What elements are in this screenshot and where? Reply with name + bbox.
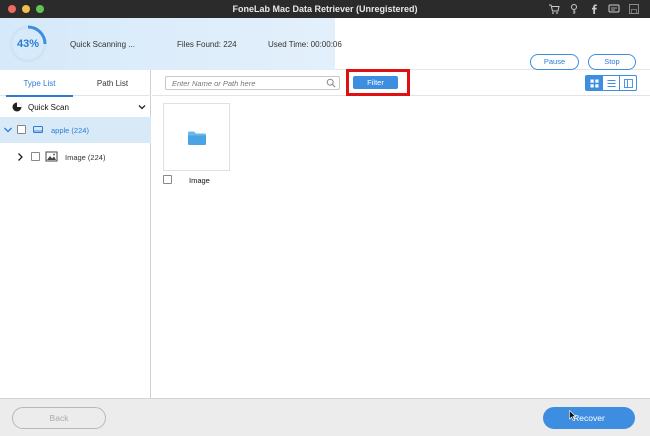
image-icon: [45, 151, 58, 162]
mouse-cursor-icon: [569, 410, 577, 421]
tab-type-list[interactable]: Type List: [2, 70, 77, 97]
tab-type-list-label: Type List: [23, 79, 56, 88]
apple-checkbox[interactable]: [17, 125, 26, 134]
detail-view-button[interactable]: [620, 76, 636, 90]
title-bar: FoneLab Mac Data Retriever (Unregistered…: [0, 0, 650, 18]
facebook-icon[interactable]: [588, 3, 600, 15]
scan-progress-header: 43% Quick Scanning ... Files Found: 224 …: [0, 18, 650, 70]
drive-icon: [33, 126, 43, 133]
sidebar-tabs: Type List Path List: [0, 70, 151, 97]
detail-view-icon: [623, 78, 633, 88]
image-category-label: Image (224): [65, 153, 106, 162]
folder-icon: [188, 131, 206, 145]
grid-view-button[interactable]: [586, 76, 603, 90]
list-view-button[interactable]: [603, 76, 620, 90]
used-time: Used Time: 00:00:06: [268, 40, 342, 49]
image-checkbox[interactable]: [31, 152, 40, 161]
view-mode-switcher: [585, 75, 637, 91]
file-browser: Filter: [152, 69, 650, 398]
stop-button[interactable]: Stop: [588, 54, 636, 70]
pause-button[interactable]: Pause: [530, 54, 579, 70]
filter-button[interactable]: Filter: [353, 76, 398, 89]
quick-scan-section[interactable]: Quick Scan: [0, 97, 151, 117]
search-icon[interactable]: [326, 78, 336, 88]
file-tile-image[interactable]: [163, 103, 230, 171]
file-tile-checkbox[interactable]: [163, 175, 172, 184]
file-tile-label: Image: [189, 176, 210, 185]
chevron-right-icon[interactable]: [15, 152, 25, 162]
scan-status: Quick Scanning ...: [70, 40, 135, 49]
tab-path-list[interactable]: Path List: [75, 70, 150, 96]
quick-scan-icon: [12, 102, 22, 112]
cart-icon[interactable]: [548, 3, 560, 15]
quick-scan-label: Quick Scan: [28, 103, 69, 112]
search-input[interactable]: [165, 76, 340, 90]
file-toolbar: Filter: [152, 69, 650, 96]
title-bar-icons: [548, 3, 640, 15]
files-found-count: Files Found: 224: [177, 40, 237, 49]
sidebar: Type List Path List Quick Scan apple (22…: [0, 70, 151, 398]
chevron-down-icon[interactable]: [137, 102, 147, 112]
grid-icon: [590, 79, 598, 87]
tree-item-image[interactable]: Image (224): [0, 147, 151, 167]
footer-bar: Back Recover: [0, 398, 650, 436]
back-button[interactable]: Back: [12, 407, 106, 429]
key-icon[interactable]: [568, 3, 580, 15]
progress-percent: 43%: [16, 38, 40, 50]
apple-drive-label: apple (224): [51, 126, 89, 135]
chevron-down-icon[interactable]: [3, 125, 13, 135]
tree-item-apple[interactable]: apple (224): [0, 117, 151, 143]
save-icon[interactable]: [628, 3, 640, 15]
recover-button[interactable]: Recover: [543, 407, 635, 429]
list-icon: [607, 79, 615, 87]
feedback-icon[interactable]: [608, 3, 620, 15]
